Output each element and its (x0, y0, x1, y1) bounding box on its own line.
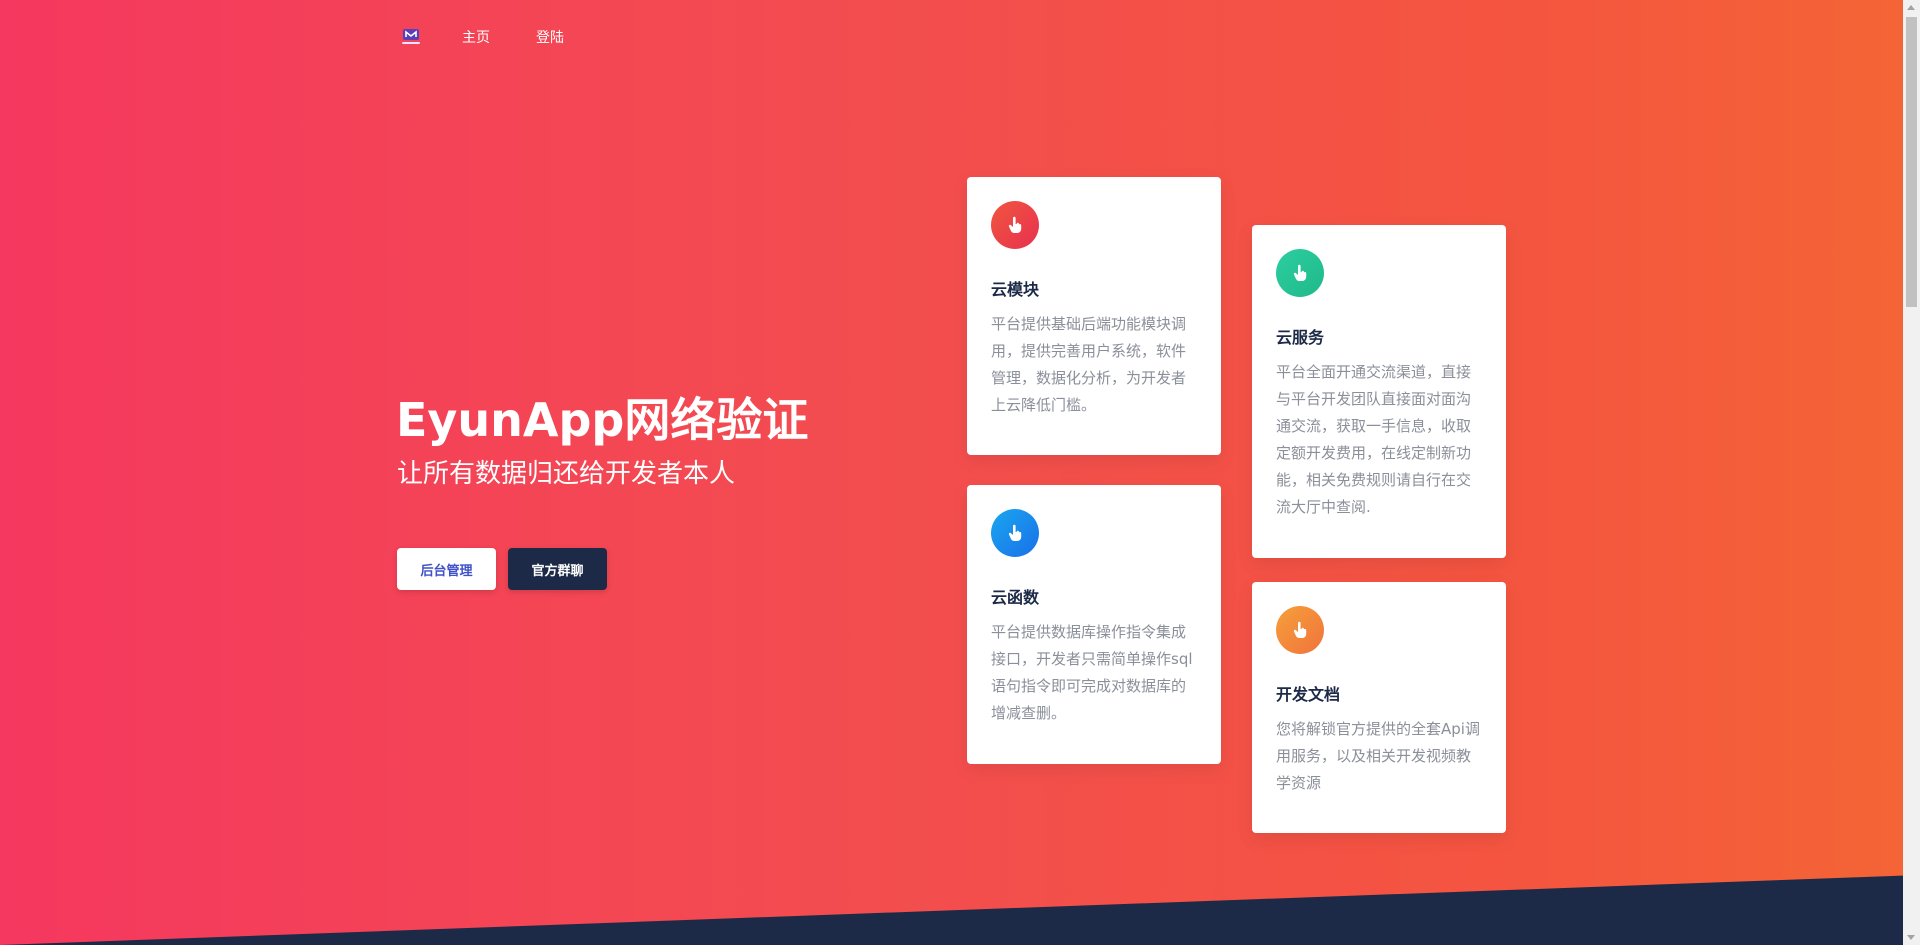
card-text: 平台提供数据库操作指令集成接口，开发者只需简单操作sql语句指令即可完成对数据库… (991, 623, 1193, 722)
pointer-hand-icon (1276, 249, 1324, 297)
card-text: 平台全面开通交流渠道，直接与平台开发团队直接面对面沟通交流，获取一手信息，收取定… (1276, 363, 1472, 516)
nav-link-login[interactable]: 登陆 (536, 27, 564, 47)
landing-page: 主页 登陆 EyunApp网络验证 让所有数据归还给开发者本人 后台管理 官方群… (0, 0, 1920, 945)
card-title: 云函数 (991, 588, 1040, 607)
scroll-up-arrow-icon[interactable] (1907, 5, 1915, 10)
feature-card-dev-docs: 开发文档 您将解锁官方提供的全套Api调用服务，以及相关开发视频教学资源 (1252, 582, 1506, 833)
scroll-down-arrow-icon[interactable] (1907, 935, 1915, 940)
bottom-slanted-band (0, 875, 1920, 945)
official-chat-button[interactable]: 官方群聊 (508, 548, 607, 590)
hero-subtitle: 让所有数据归还给开发者本人 (397, 459, 736, 489)
feature-card-cloud-module: 云模块 平台提供基础后端功能模块调用，提供完善用户系统，软件管理，数据化分析，为… (967, 177, 1221, 455)
card-text: 平台提供基础后端功能模块调用，提供完善用户系统，软件管理，数据化分析，为开发者上… (991, 315, 1187, 414)
pointer-hand-icon (991, 201, 1039, 249)
feature-card-cloud-service: 云服务 平台全面开通交流渠道，直接与平台开发团队直接面对面沟通交流，获取一手信息… (1252, 225, 1506, 558)
vertical-scrollbar[interactable] (1903, 0, 1920, 945)
card-title: 云服务 (1276, 328, 1325, 347)
card-title: 云模块 (991, 280, 1040, 299)
nav-link-home[interactable]: 主页 (462, 27, 490, 47)
top-nav: 主页 登陆 (398, 24, 564, 50)
card-text: 您将解锁官方提供的全套Api调用服务，以及相关开发视频教学资源 (1276, 720, 1480, 792)
hero-title: EyunApp网络验证 (396, 393, 809, 447)
admin-button[interactable]: 后台管理 (397, 548, 496, 590)
pointer-hand-icon (1276, 606, 1324, 654)
eyunapp-logo-icon[interactable] (398, 24, 424, 50)
feature-card-cloud-function: 云函数 平台提供数据库操作指令集成接口，开发者只需简单操作sql语句指令即可完成… (967, 485, 1221, 764)
card-title: 开发文档 (1276, 685, 1341, 704)
pointer-hand-icon (991, 509, 1039, 557)
scroll-thumb[interactable] (1906, 17, 1917, 307)
